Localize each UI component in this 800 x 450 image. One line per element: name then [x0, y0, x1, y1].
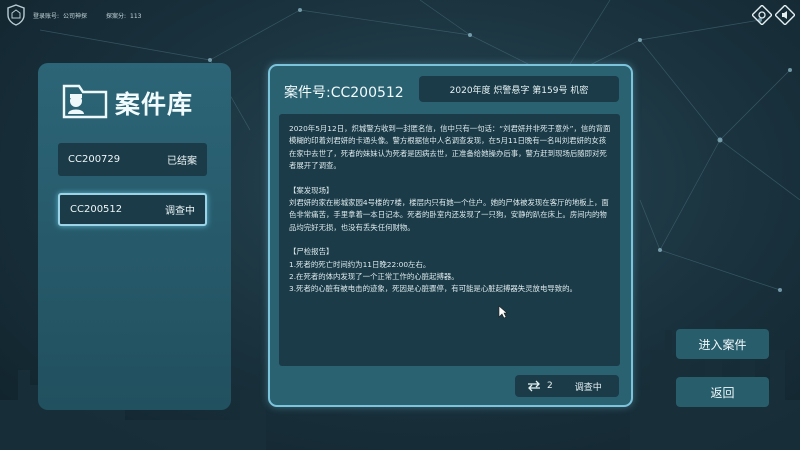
autopsy-item-1: 1.死者的死亡时间约为11日晚22:00左右。	[289, 259, 431, 269]
case-item-cc200512[interactable]: CC200512 调查中	[58, 193, 207, 226]
detail-status: 调查中	[574, 382, 602, 393]
case-item-cc200729[interactable]: CC200729 已结案	[58, 143, 207, 176]
autopsy-item-3: 3.死者的心脏有被电击的迹象，死因是心脏骤停，有可能是心脏起搏器失灵放电导致的。	[289, 284, 577, 294]
swap-arrows-icon	[528, 380, 540, 392]
case-number: 案件号:CC200512	[284, 85, 404, 101]
case-library-title: 案件库	[115, 90, 194, 119]
score-label: 探案分:	[106, 13, 127, 20]
settings-diamond-icon[interactable]	[752, 5, 772, 25]
case-status: 调查中	[165, 206, 195, 217]
participant-count: 2	[547, 381, 553, 391]
autopsy-item-2: 2.在死者的体内发现了一个正常工作的心脏起搏器。	[289, 272, 459, 282]
case-library-panel: 案件库 CC200729 已结案 CC200512 调查中	[38, 63, 231, 410]
score-value: 113	[130, 13, 142, 20]
case-description[interactable]: 2020年5月12日，炽城警方收到一封匿名信，信中只有一句话：“刘君妍并非死于意…	[279, 114, 620, 366]
section-heading-scene: 【案发现场】	[289, 185, 334, 195]
case-detail-card: 案件号:CC200512 2020年度 炽警悬字 第159号 机密 2020年5…	[268, 64, 633, 407]
case-id: CC200729	[68, 154, 121, 165]
case-summary: 2020年5月12日，炽城警方收到一封匿名信，信中只有一句话：“刘君妍并非死于意…	[289, 124, 611, 171]
audio-diamond-icon[interactable]	[775, 5, 795, 25]
account-label: 登录账号:	[33, 13, 60, 20]
score-info: 探案分: 113	[106, 11, 145, 20]
case-status: 已结案	[167, 156, 197, 167]
case-classification-tag: 2020年度 炽警悬字 第159号 机密	[419, 76, 619, 102]
account-info: 登录账号: 公司神探	[33, 11, 91, 20]
scene-description: 刘君妍的家在彬城家园4号楼的7楼，楼层内只有她一个住户。她的尸体被发现在客厅的地…	[289, 198, 609, 232]
case-folder-icon	[62, 84, 108, 119]
mouse-cursor-icon	[498, 305, 508, 319]
top-bar: 登录账号: 公司神探 探案分: 113	[0, 0, 800, 32]
section-heading-autopsy: 【尸检报告】	[289, 247, 334, 257]
enter-case-button[interactable]: 进入案件	[676, 329, 769, 359]
case-status-bar: 2 调查中	[515, 375, 619, 397]
back-button[interactable]: 返回	[676, 377, 769, 407]
account-value: 公司神探	[63, 13, 88, 20]
case-id: CC200512	[70, 204, 123, 215]
police-shield-icon	[7, 4, 25, 26]
